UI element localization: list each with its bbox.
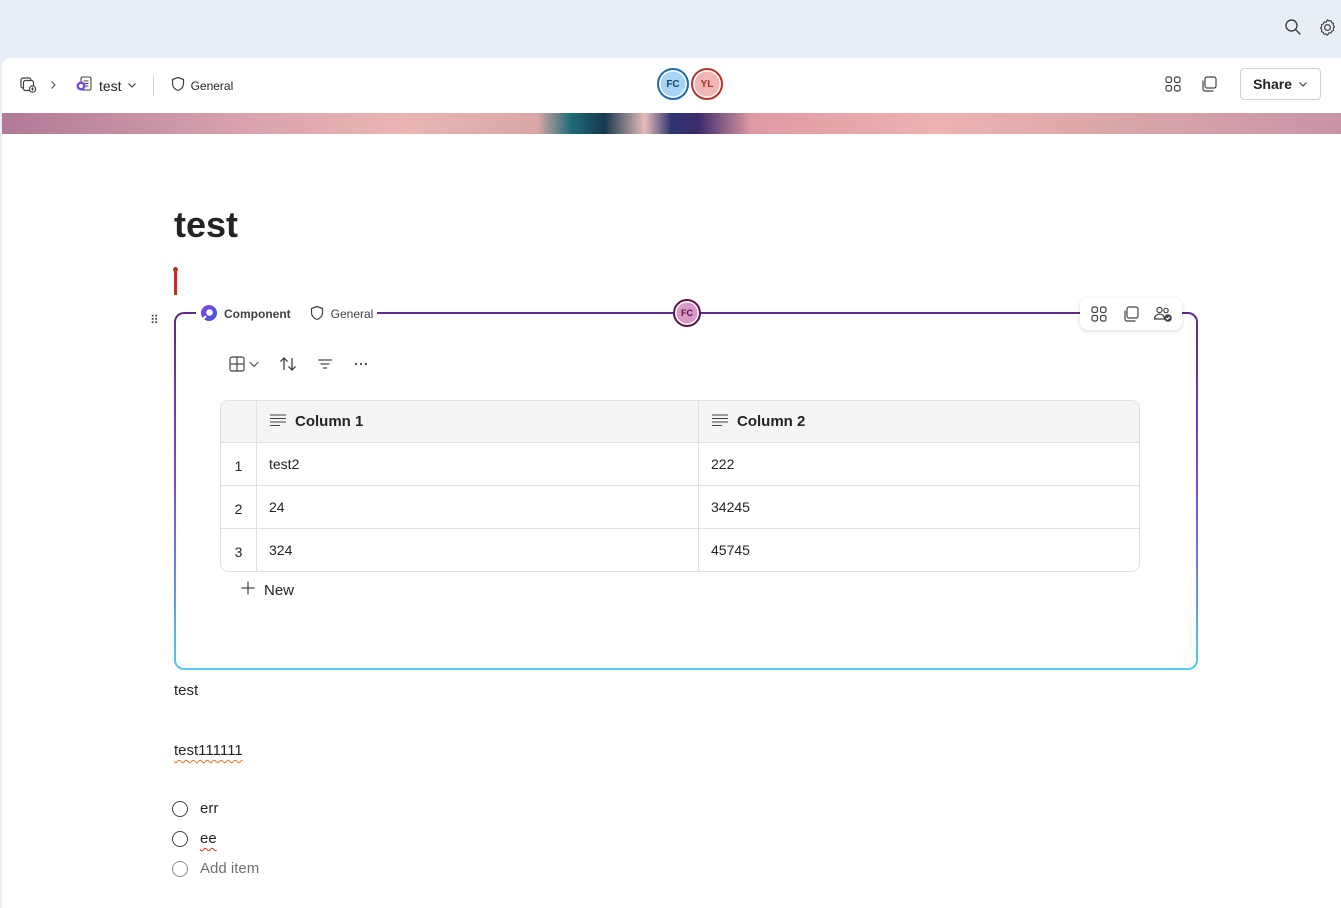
page-title[interactable]: test: [174, 204, 238, 246]
row-index-header[interactable]: [221, 401, 256, 442]
filter-button[interactable]: [316, 354, 334, 378]
apps-icon[interactable]: [1162, 73, 1184, 95]
loop-component: Component General FC Column 1 Column 2 1…: [174, 298, 1198, 670]
sensitivity-label: General: [190, 78, 234, 93]
page-name-button[interactable]: test: [70, 72, 141, 100]
table-cell[interactable]: 45745: [698, 529, 1139, 571]
workspaces-button[interactable]: [14, 72, 42, 100]
table-cell[interactable]: 222: [698, 443, 1139, 485]
table-cell[interactable]: 324: [256, 529, 698, 571]
plus-icon: [240, 580, 256, 600]
app-window: test General FC YL Share test ⠿ Componen…: [2, 58, 1341, 908]
column-header-label: Column 1: [295, 413, 364, 430]
checkbox[interactable]: [172, 800, 188, 817]
checkbox[interactable]: [172, 830, 188, 847]
text-column-icon: [269, 413, 287, 431]
avatar[interactable]: FC: [673, 299, 701, 327]
add-item-placeholder[interactable]: Add item: [200, 860, 259, 877]
chevron-right-icon: [48, 79, 58, 93]
loop-logo-icon: [200, 304, 218, 325]
loop-page-icon: [74, 74, 94, 97]
drag-handle-icon[interactable]: ⠿: [150, 314, 159, 328]
table-cell[interactable]: 34245: [698, 486, 1139, 528]
column-header[interactable]: Column 2: [698, 401, 1139, 442]
sensitivity-label-button[interactable]: General: [166, 72, 238, 100]
copy-component-icon[interactable]: [1198, 73, 1220, 95]
text-column-icon: [711, 413, 729, 431]
new-row-label: New: [264, 581, 295, 599]
table-row: 1 test2 222: [221, 442, 1139, 485]
checklist-add-item: Add item: [172, 860, 259, 877]
shield-icon: [309, 305, 325, 324]
workspaces-icon: [18, 74, 38, 97]
avatar[interactable]: YL: [691, 68, 723, 100]
checklist-item: err: [172, 800, 218, 817]
paragraph[interactable]: test: [174, 682, 198, 699]
search-icon[interactable]: [1283, 17, 1303, 37]
chevron-down-icon: [127, 78, 137, 93]
row-index[interactable]: 2: [221, 486, 256, 528]
row-index[interactable]: 3: [221, 529, 256, 571]
checklist-item: ee: [172, 830, 217, 847]
checklist-label[interactable]: err: [200, 800, 218, 817]
new-row-button[interactable]: New: [240, 580, 294, 600]
divider: [152, 75, 154, 96]
table-toolbar: [228, 354, 370, 378]
component-toolbar: [1080, 298, 1182, 330]
more-options-button[interactable]: [352, 354, 370, 378]
table-row: 2 24 34245: [221, 485, 1139, 528]
table-icon: [228, 355, 246, 378]
top-bar: [0, 0, 1341, 58]
table-cell[interactable]: 24: [256, 486, 698, 528]
header: test General FC YL Share: [2, 58, 1341, 113]
sort-icon: [278, 354, 298, 379]
component-label: Component: [224, 307, 291, 321]
more-icon: [352, 355, 370, 378]
checkbox[interactable]: [172, 860, 188, 877]
filter-icon: [316, 355, 334, 378]
component-header: Component General: [196, 302, 378, 326]
sort-button[interactable]: [278, 354, 298, 378]
gear-icon[interactable]: [1317, 17, 1337, 37]
cover-image: [2, 113, 1341, 134]
share-label: Share: [1253, 76, 1292, 92]
copy-component-icon[interactable]: [1120, 303, 1142, 325]
column-header[interactable]: Column 1: [256, 401, 698, 442]
table-view-button[interactable]: [228, 354, 260, 378]
share-button[interactable]: Share: [1240, 68, 1321, 100]
breadcrumb: test General: [14, 58, 237, 113]
presence-avatars: FC YL: [657, 68, 723, 100]
table-header-row: Column 1 Column 2: [221, 401, 1139, 442]
row-index[interactable]: 1: [221, 443, 256, 485]
people-access-icon[interactable]: [1152, 303, 1174, 325]
page-name: test: [99, 77, 122, 94]
checklist-label[interactable]: ee: [200, 830, 217, 847]
chevron-down-icon: [248, 357, 260, 375]
chevron-down-icon: [1298, 76, 1308, 92]
shield-icon: [170, 76, 186, 95]
column-header-label: Column 2: [737, 413, 806, 430]
apps-icon[interactable]: [1088, 303, 1110, 325]
collaborator-cursor: [173, 267, 178, 295]
misspelled-text[interactable]: test111111: [174, 742, 243, 759]
paragraph[interactable]: test111111: [174, 742, 243, 759]
component-sensitivity[interactable]: General: [331, 307, 374, 321]
header-actions: Share: [1162, 68, 1321, 100]
avatar[interactable]: FC: [657, 68, 689, 100]
table-row: 3 324 45745: [221, 528, 1139, 571]
table-cell[interactable]: test2: [256, 443, 698, 485]
data-table: Column 1 Column 2 1 test2 222 2 24 34245: [220, 400, 1140, 572]
